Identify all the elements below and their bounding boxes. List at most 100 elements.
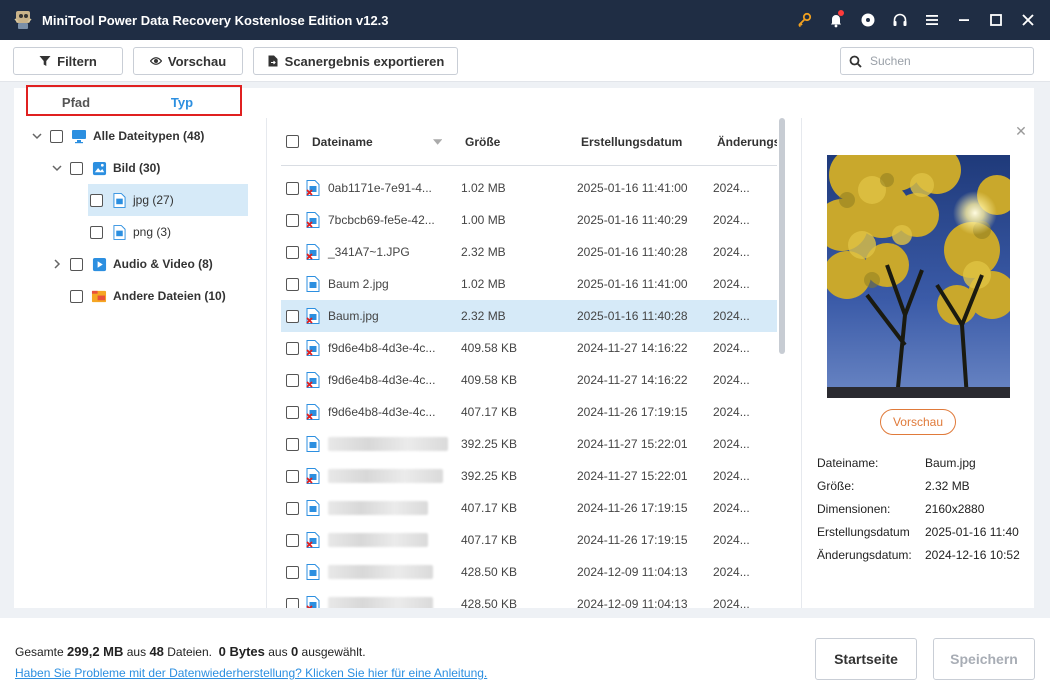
preview-open-button[interactable]: Vorschau xyxy=(880,409,956,435)
row-checkbox-cell[interactable] xyxy=(286,172,307,204)
column-header-size[interactable]: Größe xyxy=(465,118,500,165)
save-button[interactable]: Speichern xyxy=(933,638,1035,680)
row-checkbox-cell[interactable] xyxy=(286,428,307,460)
row-checkbox-cell[interactable] xyxy=(286,204,307,236)
deleted-file-icon xyxy=(306,340,320,356)
checkbox[interactable] xyxy=(50,129,63,143)
disc-icon[interactable] xyxy=(852,0,884,40)
table-row[interactable]: Baum 2.jpg 1.02 MB 2025-01-16 11:41:00 2024… xyxy=(281,268,777,300)
menu-icon[interactable] xyxy=(916,0,948,40)
row-checkbox[interactable] xyxy=(286,341,299,355)
file-name-cell xyxy=(306,492,456,524)
chevron-right-icon[interactable] xyxy=(50,257,64,271)
row-checkbox[interactable] xyxy=(286,501,299,515)
table-row[interactable]: 428.50 KB 2024-12-09 11:04:13 2024... xyxy=(281,556,777,588)
tree-item-all-types[interactable]: Alle Dateitypen (48) xyxy=(30,120,250,152)
table-row[interactable]: f9d6e4b8-4d3e-4c... 407.17 KB 2024-11-26 1… xyxy=(281,396,777,428)
row-checkbox[interactable] xyxy=(286,309,299,323)
tree-item-audio-video[interactable]: Audio & Video (8) xyxy=(50,248,250,280)
close-icon[interactable] xyxy=(1012,0,1044,40)
chevron-down-icon[interactable] xyxy=(50,161,64,175)
tree-item-other-files[interactable]: Andere Dateien (10) xyxy=(70,280,250,312)
checkbox[interactable] xyxy=(70,161,83,175)
row-checkbox-cell[interactable] xyxy=(286,460,307,492)
row-checkbox-cell[interactable] xyxy=(286,236,307,268)
file-created-date: 2024-11-27 14:16:22 xyxy=(577,373,688,387)
table-row[interactable]: _341A7~1.JPG 2.32 MB 2025-01-16 11:40:28 20… xyxy=(281,236,777,268)
search-input[interactable] xyxy=(870,54,1030,68)
help-link[interactable]: Haben Sie Probleme mit der Datenwiederhe… xyxy=(15,666,487,680)
table-row[interactable]: 0ab1171e-7e91-4... 1.02 MB 2025-01-16 11:4… xyxy=(281,172,777,204)
filter-button[interactable]: Filtern xyxy=(13,47,123,75)
tree-label: jpg (27) xyxy=(133,193,174,207)
column-header-name[interactable]: Dateiname xyxy=(312,118,442,165)
row-checkbox-cell[interactable] xyxy=(286,268,307,300)
table-row[interactable]: f9d6e4b8-4d3e-4c... 409.58 KB 2024-11-27 1… xyxy=(281,364,777,396)
row-checkbox-cell[interactable] xyxy=(286,396,307,428)
row-checkbox[interactable] xyxy=(286,565,299,579)
filter-label: Filtern xyxy=(57,53,97,69)
select-all-checkbox-cell[interactable] xyxy=(286,118,307,165)
search-box[interactable] xyxy=(840,47,1034,75)
meta-row-dimensions: Dimensionen: 2160x2880 xyxy=(817,502,1032,520)
checkbox[interactable] xyxy=(70,289,83,303)
headset-icon[interactable] xyxy=(884,0,916,40)
title-bar: MiniTool Power Data Recovery Kostenlose … xyxy=(0,0,1050,40)
table-row[interactable]: f9d6e4b8-4d3e-4c... 409.58 KB 2024-11-27 1… xyxy=(281,332,777,364)
file-created-date: 2025-01-16 11:40:28 xyxy=(577,245,688,259)
table-row[interactable]: Baum.jpg 2.32 MB 2025-01-16 11:40:28 2024..… xyxy=(281,300,777,332)
file-modified-date: 2024... xyxy=(713,565,750,579)
row-checkbox[interactable] xyxy=(286,245,299,259)
row-checkbox[interactable] xyxy=(286,181,299,195)
row-checkbox-cell[interactable] xyxy=(286,588,307,608)
table-row[interactable]: 392.25 KB 2024-11-27 15:22:01 2024... xyxy=(281,428,777,460)
chevron-down-icon[interactable] xyxy=(30,129,44,143)
checkbox[interactable] xyxy=(70,257,83,271)
file-created-date: 2024-11-26 17:19:15 xyxy=(577,501,688,515)
row-checkbox[interactable] xyxy=(286,533,299,547)
png-file-icon xyxy=(111,224,127,240)
home-button[interactable]: Startseite xyxy=(815,638,917,680)
row-checkbox-cell[interactable] xyxy=(286,556,307,588)
row-checkbox-cell[interactable] xyxy=(286,524,307,556)
minimize-icon[interactable] xyxy=(948,0,980,40)
preview-button[interactable]: Vorschau xyxy=(133,47,243,75)
tab-path[interactable]: Pfad xyxy=(28,88,124,116)
close-preview-icon[interactable]: ✕ xyxy=(1014,123,1028,139)
table-row[interactable]: 7bcbcb69-fe5e-42... 1.00 MB 2025-01-16 11:… xyxy=(281,204,777,236)
file-name: 7bcbcb69-fe5e-42... xyxy=(328,213,435,227)
tree-item-png[interactable]: png (3) xyxy=(88,216,248,248)
sort-down-icon[interactable] xyxy=(432,138,442,145)
table-row[interactable]: 407.17 KB 2024-11-26 17:19:15 2024... xyxy=(281,492,777,524)
table-row[interactable]: 392.25 KB 2024-11-27 15:22:01 2024... xyxy=(281,460,777,492)
row-checkbox[interactable] xyxy=(286,597,299,608)
tree-item-image[interactable]: Bild (30) xyxy=(50,152,250,184)
list-scrollbar[interactable] xyxy=(779,118,785,354)
column-header-created[interactable]: Erstellungsdatum xyxy=(581,118,682,165)
export-scan-button[interactable]: Scanergebnis exportieren xyxy=(253,47,458,75)
row-checkbox-cell[interactable] xyxy=(286,332,307,364)
total-size: 299,2 MB xyxy=(67,644,124,659)
row-checkbox[interactable] xyxy=(286,437,299,451)
file-list-header: Dateiname Größe Erstellungsdatum Änderun… xyxy=(281,118,777,166)
row-checkbox[interactable] xyxy=(286,277,299,291)
key-icon[interactable] xyxy=(788,0,820,40)
tree-item-jpg[interactable]: jpg (27) xyxy=(88,184,248,216)
row-checkbox-cell[interactable] xyxy=(286,300,307,332)
row-checkbox[interactable] xyxy=(286,373,299,387)
bell-icon[interactable] xyxy=(820,0,852,40)
column-header-modified[interactable]: Änderungs xyxy=(717,118,777,165)
row-checkbox[interactable] xyxy=(286,405,299,419)
row-checkbox-cell[interactable] xyxy=(286,492,307,524)
table-row[interactable]: 407.17 KB 2024-11-26 17:19:15 2024... xyxy=(281,524,777,556)
checkbox[interactable] xyxy=(90,225,103,239)
row-checkbox[interactable] xyxy=(286,469,299,483)
checkbox[interactable] xyxy=(90,193,103,207)
deleted-file-icon xyxy=(306,468,320,484)
select-all-checkbox[interactable] xyxy=(286,135,299,148)
tab-type[interactable]: Typ xyxy=(124,88,240,116)
row-checkbox-cell[interactable] xyxy=(286,364,307,396)
maximize-icon[interactable] xyxy=(980,0,1012,40)
row-checkbox[interactable] xyxy=(286,213,299,227)
table-row[interactable]: 428.50 KB 2024-12-09 11:04:13 2024... xyxy=(281,588,777,608)
